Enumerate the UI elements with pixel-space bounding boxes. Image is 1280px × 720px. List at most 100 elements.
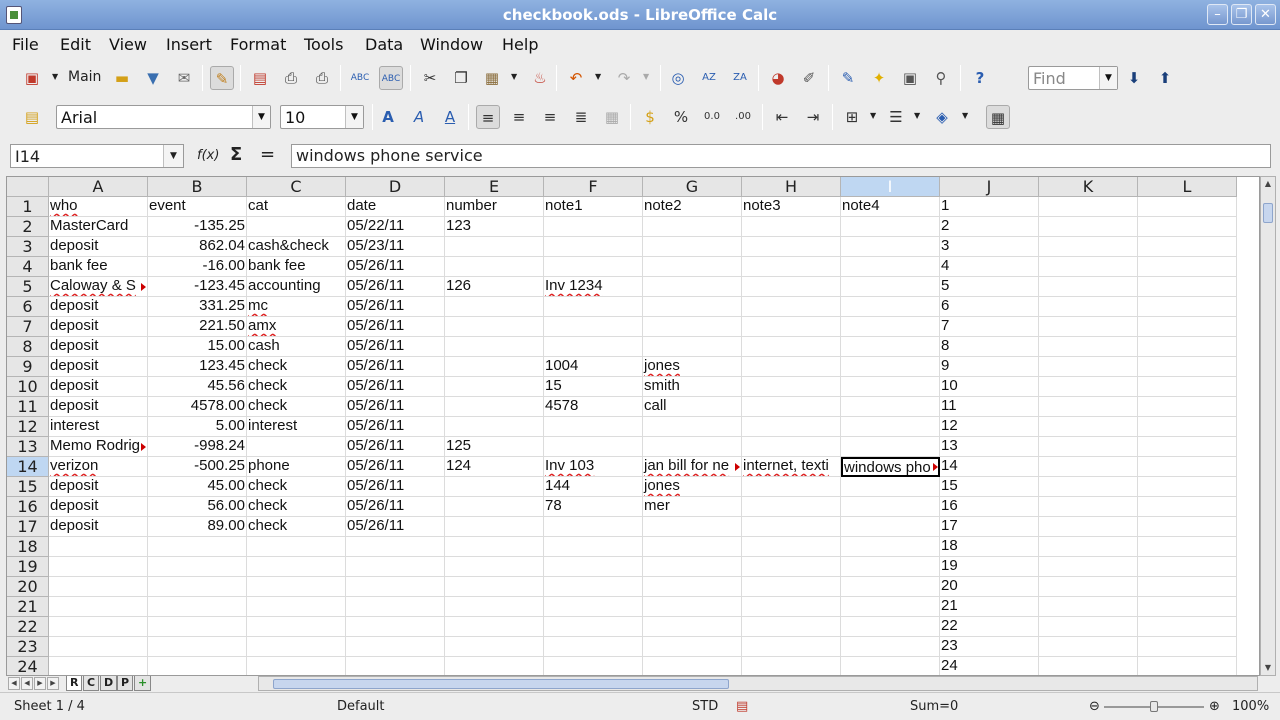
italic-icon[interactable]: A [407,105,431,129]
cell-b5[interactable]: -123.45 [148,277,247,297]
redo-icon[interactable]: ↷ [612,66,636,90]
cell-g21[interactable] [643,597,742,617]
cell-f9[interactable]: 1004 [544,357,643,377]
cell-b11[interactable]: 4578.00 [148,397,247,417]
cell-a18[interactable] [49,537,148,557]
cell-k13[interactable] [1039,437,1138,457]
cell-g3[interactable] [643,237,742,257]
menu-insert[interactable]: Insert [166,35,212,54]
cell-e24[interactable] [445,657,544,675]
toolbar-main-label[interactable]: Main [68,69,101,85]
menu-edit[interactable]: Edit [60,35,91,54]
zoom-icon[interactable]: ⚲ [929,66,953,90]
cell-f19[interactable] [544,557,643,577]
cell-c16[interactable]: check [247,497,346,517]
cell-k21[interactable] [1039,597,1138,617]
cell-l19[interactable] [1138,557,1237,577]
cell-e7[interactable] [445,317,544,337]
add-decimal-icon[interactable]: .00 [731,105,755,129]
cell-g9[interactable]: jones [643,357,742,377]
cell-f8[interactable] [544,337,643,357]
cell-i4[interactable] [841,257,940,277]
cell-h9[interactable] [742,357,841,377]
menu-data[interactable]: Data [365,35,403,54]
currency-icon[interactable]: $ [638,105,662,129]
cell-j19[interactable]: 19 [940,557,1039,577]
cell-l5[interactable] [1138,277,1237,297]
cell-b9[interactable]: 123.45 [148,357,247,377]
horizontal-scrollbar[interactable] [258,676,1258,691]
cell-i10[interactable] [841,377,940,397]
cell-d11[interactable]: 05/26/11 [346,397,445,417]
font-size-box[interactable]: 10 ▼ [280,105,364,129]
scroll-up-icon[interactable]: ▲ [1261,177,1275,191]
cell-d15[interactable]: 05/26/11 [346,477,445,497]
gallery-icon[interactable]: ✦ [867,66,891,90]
cell-a20[interactable] [49,577,148,597]
cell-a1[interactable]: who [49,197,148,217]
cell-k5[interactable] [1039,277,1138,297]
cell-j24[interactable]: 24 [940,657,1039,675]
cell-d24[interactable] [346,657,445,675]
cell-l10[interactable] [1138,377,1237,397]
cell-c15[interactable]: check [247,477,346,497]
cell-h21[interactable] [742,597,841,617]
help-icon[interactable]: ? [968,66,992,90]
cell-i24[interactable] [841,657,940,675]
cell-a22[interactable] [49,617,148,637]
cell-c11[interactable]: check [247,397,346,417]
function-wizard-icon[interactable]: f(x) [197,148,219,163]
cell-j7[interactable]: 7 [940,317,1039,337]
cell-l16[interactable] [1138,497,1237,517]
cell-g20[interactable] [643,577,742,597]
cell-e19[interactable] [445,557,544,577]
cell-d8[interactable]: 05/26/11 [346,337,445,357]
cell-c4[interactable]: bank fee [247,257,346,277]
undo-icon[interactable]: ↶ [564,66,588,90]
spreadsheet-grid[interactable]: A B C D E F G H I J K L 1 who event cat date number note1 n… [6,176,1260,676]
cell-j20[interactable]: 20 [940,577,1039,597]
cell-i23[interactable] [841,637,940,657]
undo-dropdown-icon[interactable]: ▼ [595,72,601,81]
decrease-indent-icon[interactable]: ⇤ [770,105,794,129]
cell-i17[interactable] [841,517,940,537]
cell-e9[interactable] [445,357,544,377]
formula-input[interactable]: windows phone service [291,144,1271,168]
line-style-dropdown-icon[interactable]: ▼ [914,111,920,120]
cell-g1[interactable]: note2 [643,197,742,217]
zoom-out-icon[interactable]: ⊖ [1089,699,1100,714]
redo-dropdown-icon[interactable]: ▼ [643,72,649,81]
find-next-icon[interactable]: ⬇ [1122,66,1146,90]
sort-descending-icon[interactable]: ZA [728,66,752,90]
borders-dropdown-icon[interactable]: ▼ [870,111,876,120]
cell-d2[interactable]: 05/22/11 [346,217,445,237]
cell-l11[interactable] [1138,397,1237,417]
cell-c21[interactable] [247,597,346,617]
sheet-tab-r[interactable]: R [66,676,83,691]
cell-b7[interactable]: 221.50 [148,317,247,337]
row-header[interactable]: 5 [7,277,49,297]
bold-icon[interactable]: A [376,105,400,129]
cell-a14[interactable]: verizon [49,457,148,477]
cell-k9[interactable] [1039,357,1138,377]
cell-h14[interactable]: internet, texti [742,457,841,477]
cell-a2[interactable]: MasterCard [49,217,148,237]
cell-a11[interactable]: deposit [49,397,148,417]
cell-k11[interactable] [1039,397,1138,417]
new-dropdown-icon[interactable]: ▼ [52,72,58,81]
new-document-icon[interactable]: ▣ [20,66,44,90]
row-header[interactable]: 8 [7,337,49,357]
row-header[interactable]: 2 [7,217,49,237]
cell-b20[interactable] [148,577,247,597]
cell-i15[interactable] [841,477,940,497]
column-header-d[interactable]: D [346,177,445,197]
sort-ascending-icon[interactable]: AZ [697,66,721,90]
spellcheck-icon[interactable]: ABC [348,66,372,90]
cell-a23[interactable] [49,637,148,657]
row-header[interactable]: 4 [7,257,49,277]
cell-b22[interactable] [148,617,247,637]
open-folder-icon[interactable]: ▬ [110,66,134,90]
cell-g7[interactable] [643,317,742,337]
cell-b10[interactable]: 45.56 [148,377,247,397]
font-name-box[interactable]: Arial ▼ [56,105,271,129]
